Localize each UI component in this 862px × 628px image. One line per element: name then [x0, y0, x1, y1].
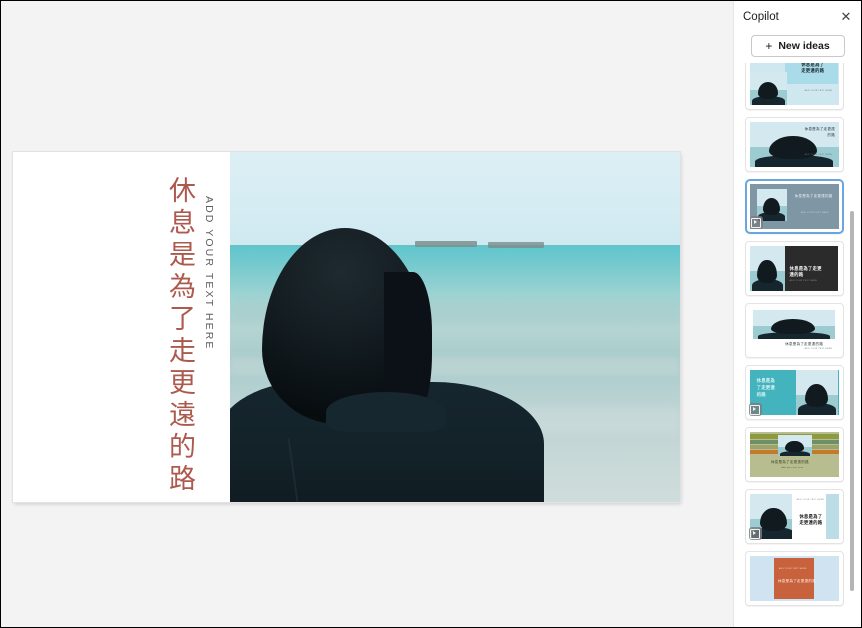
design-idea-5[interactable]: 休息是為了走更遠的路 ADD YOUR TEXT HERE — [744, 303, 844, 358]
mini-head — [757, 81, 778, 99]
design-idea-preview: 休息是為了走更遠的路 ADD YOUR TEXT HERE — [749, 122, 839, 167]
photo-person — [230, 202, 544, 502]
design-idea-preview: ADD YOUR TEXT HERE 休息是為了走更遠的路 — [749, 556, 839, 601]
slide-photo[interactable] — [230, 152, 680, 502]
slide-headline[interactable]: 休息是為了走更遠的路 — [164, 176, 195, 496]
video-play-icon[interactable] — [748, 403, 762, 416]
close-icon[interactable]: ✕ — [837, 7, 855, 25]
slide-canvas[interactable]: 休息是為了走更遠的路 ADD YOUR TEXT HERE — [1, 1, 734, 627]
slide-text-area: 休息是為了走更遠的路 ADD YOUR TEXT HERE — [13, 152, 229, 502]
mini-photo — [795, 370, 839, 415]
design-idea-preview: 休息是為了走更遠的路 ADD YOUR TEXT HERE — [749, 184, 839, 229]
video-play-icon[interactable] — [748, 527, 762, 540]
video-play-icon[interactable] — [749, 216, 763, 229]
mini-photo — [749, 246, 786, 291]
copilot-title: Copilot — [743, 11, 779, 23]
mini-head — [763, 198, 780, 216]
slide-subtitle[interactable]: ADD YOUR TEXT HERE — [203, 196, 215, 351]
design-idea-6[interactable]: 休息是為 了走更遠 的路 — [744, 365, 844, 420]
design-idea-9[interactable]: ADD YOUR TEXT HERE 休息是為了走更遠的路 — [744, 551, 844, 606]
new-ideas-label: New ideas — [778, 40, 830, 52]
design-idea-preview: 休息是為 了走更遠 的路 — [749, 370, 839, 415]
new-ideas-button[interactable]: + New ideas — [750, 35, 845, 57]
current-slide[interactable]: 休息是為了走更遠的路 ADD YOUR TEXT HERE — [13, 152, 680, 502]
mini-photo — [753, 309, 835, 340]
scrollbar-thumb[interactable] — [850, 211, 854, 591]
copilot-panel: Copilot ✕ + New ideas 休息是為了 走更遠的路 ADD YOU… — [733, 1, 861, 627]
design-idea-4[interactable]: 休息是為了走更 遠的路 ADD YOUR TEXT HERE — [744, 241, 844, 296]
copilot-header: Copilot ✕ — [734, 1, 861, 33]
mini-photo — [777, 434, 812, 457]
design-idea-3[interactable]: 休息是為了走更遠的路 ADD YOUR TEXT HERE — [744, 179, 844, 234]
mini-head — [757, 259, 777, 283]
design-idea-preview: 休息是為了走更遠的路 ADD YOUR TEXT HERE — [749, 308, 839, 353]
design-idea-preview: 休息是為了走更遠的路 Add your text here — [749, 432, 839, 477]
plus-icon: + — [765, 39, 773, 53]
powerpoint-designer-window: 休息是為了走更遠的路 ADD YOUR TEXT HERE Copilot ✕ … — [0, 0, 862, 628]
designs-scrollbar[interactable] — [850, 63, 854, 623]
design-idea-preview: ADD YOUR TEXT HERE 休息是為了走更遠的路 — [749, 494, 839, 539]
mini-head — [771, 318, 816, 335]
design-idea-preview: 休息是為了走更遠的路 ADD YOUR TEXT HERE — [749, 63, 839, 105]
design-idea-7[interactable]: 休息是為了走更遠的路 Add your text here — [744, 427, 844, 482]
design-idea-1[interactable]: 休息是為了 走更遠的路 ADD YOUR TEXT HERE — [744, 63, 844, 110]
person-collar — [326, 392, 446, 432]
mini-head — [760, 507, 787, 531]
mini-photo — [749, 71, 787, 105]
design-idea-2[interactable]: 休息是為了走更遠 的路 ADD YOUR TEXT HERE — [744, 117, 844, 172]
design-idea-preview: 休息是為了走更遠的路 ADD YOUR TEXT HERE — [749, 246, 839, 291]
design-ideas-list[interactable]: 休息是為了 走更遠的路 ADD YOUR TEXT HERE 休息是為了走更遠 的路… — [734, 63, 861, 623]
design-idea-8[interactable]: ADD YOUR TEXT HERE 休息是為了 走更遠的路 — [744, 489, 844, 544]
mini-head — [785, 441, 804, 453]
